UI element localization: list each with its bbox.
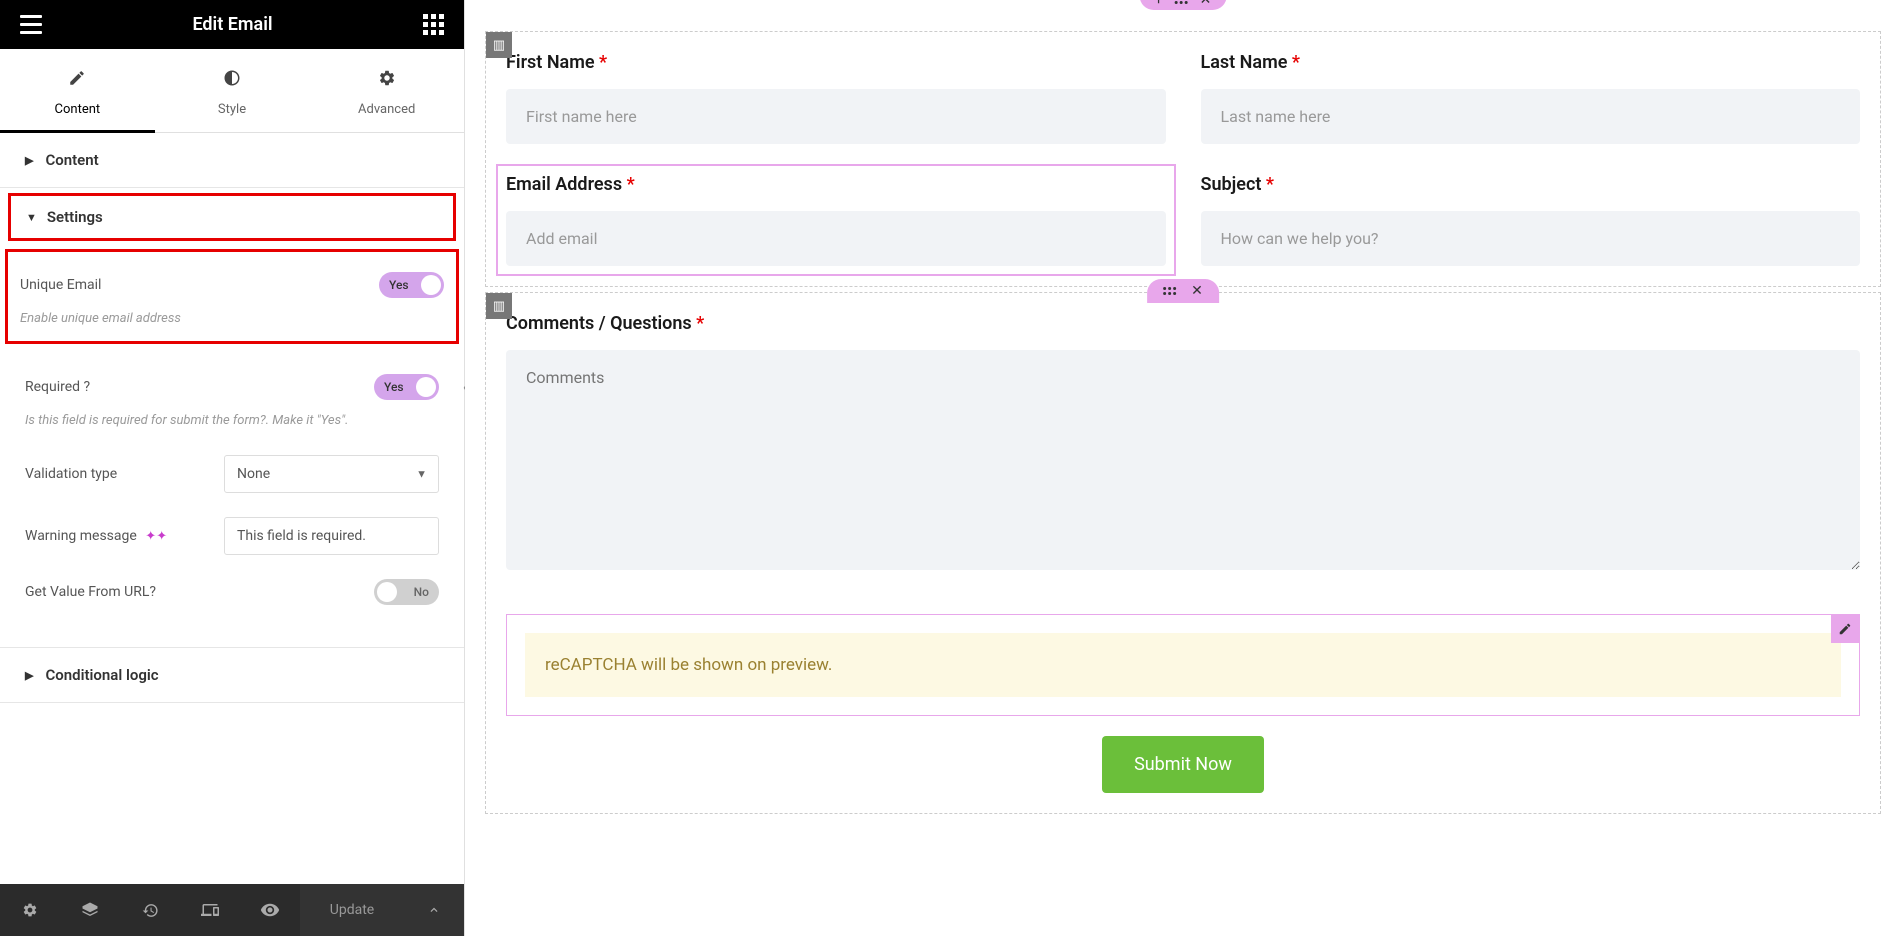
- highlight-unique-email: Unique Email Yes Enable unique email add…: [5, 249, 459, 344]
- drag-icon[interactable]: [1163, 287, 1176, 295]
- comments-label: Comments / Questions *: [506, 313, 1860, 334]
- section-settings-header[interactable]: ▼ Settings: [21, 200, 443, 234]
- section-content-header[interactable]: ▶ Content: [0, 133, 464, 187]
- setting-get-value-url: Get Value From URL? No: [0, 567, 464, 617]
- first-name-label: First Name *: [506, 52, 1166, 73]
- form-section-2: ✕ ▥ Comments / Questions * reCAPTCHA wil…: [485, 292, 1881, 814]
- responsive-icon[interactable]: [180, 884, 240, 936]
- column-handle-icon[interactable]: ▥: [486, 32, 512, 58]
- tab-content-label: Content: [55, 102, 101, 117]
- expand-icon[interactable]: [404, 884, 464, 936]
- caret-right-icon: ▶: [25, 154, 33, 167]
- subject-label: Subject *: [1201, 174, 1861, 195]
- form-section-1: ▥ First Name * Last Name * Email A: [485, 31, 1881, 287]
- editor-tabs: Content Style Advanced: [0, 49, 464, 133]
- warning-message-input[interactable]: [224, 517, 439, 555]
- pencil-icon: [68, 69, 86, 92]
- caret-right-icon: ▶: [25, 669, 33, 682]
- last-name-label: Last Name *: [1201, 52, 1861, 73]
- tab-advanced[interactable]: Advanced: [309, 49, 464, 132]
- section-content-label: Content: [45, 151, 98, 169]
- setting-warning-message: Warning message ✦✦: [0, 505, 464, 567]
- navigator-icon[interactable]: [60, 884, 120, 936]
- section-conditional-logic-label: Conditional logic: [45, 666, 158, 684]
- caret-down-icon: ▼: [26, 211, 37, 224]
- update-button[interactable]: Update: [300, 884, 404, 936]
- menu-icon[interactable]: [20, 15, 42, 34]
- settings-icon[interactable]: [0, 884, 60, 936]
- unique-email-toggle[interactable]: Yes: [379, 272, 444, 298]
- required-indicator: *: [696, 313, 704, 334]
- required-indicator: *: [599, 52, 607, 73]
- toggle-text: No: [414, 585, 429, 599]
- close-icon[interactable]: ✕: [1200, 0, 1212, 8]
- editor-sidebar: Edit Email Content Style Advanced: [0, 0, 465, 936]
- required-indicator: *: [627, 174, 635, 195]
- get-value-url-toggle[interactable]: No: [374, 579, 439, 605]
- section-conditional-logic-header[interactable]: ▶ Conditional logic: [0, 648, 464, 702]
- first-name-field-wrapper: First Name *: [506, 52, 1166, 144]
- close-icon[interactable]: ✕: [1191, 283, 1203, 299]
- email-field-wrapper: Email Address *: [506, 174, 1166, 266]
- unique-email-label: Unique Email: [20, 277, 101, 293]
- section-mid-handle[interactable]: ✕: [1147, 279, 1219, 303]
- section-conditional-logic: ▶ Conditional logic: [0, 647, 464, 703]
- submit-button[interactable]: Submit Now: [1102, 736, 1264, 793]
- setting-unique-email: Unique Email Yes: [20, 267, 444, 303]
- unique-email-description: Enable unique email address: [20, 311, 444, 326]
- tab-advanced-label: Advanced: [358, 102, 415, 117]
- history-icon[interactable]: [120, 884, 180, 936]
- canvas: + ✕ ▥ First Name * Last Name *: [465, 0, 1901, 936]
- panel-title: Edit Email: [192, 14, 272, 35]
- recaptcha-widget: reCAPTCHA will be shown on preview.: [506, 614, 1860, 716]
- circle-half-icon: [223, 69, 241, 92]
- required-description: Is this field is required for submit the…: [25, 413, 439, 428]
- comments-textarea[interactable]: [506, 350, 1860, 570]
- get-value-url-label: Get Value From URL?: [25, 584, 156, 600]
- last-name-input[interactable]: [1201, 89, 1861, 144]
- column-handle-icon[interactable]: ▥: [486, 293, 512, 319]
- section-content: ▶ Content: [0, 133, 464, 188]
- last-name-field-wrapper: Last Name *: [1201, 52, 1861, 144]
- validation-type-select[interactable]: None: [224, 455, 439, 493]
- sidebar-footer: Update: [0, 884, 464, 936]
- setting-required: Required ? Yes Is this field is required…: [0, 354, 464, 443]
- tab-style-label: Style: [218, 102, 246, 117]
- sidebar-header: Edit Email: [0, 0, 464, 49]
- sparkle-icon: ✦✦: [145, 529, 167, 544]
- first-name-input[interactable]: [506, 89, 1166, 144]
- plus-icon[interactable]: +: [1155, 0, 1163, 8]
- edit-widget-icon[interactable]: [1831, 615, 1859, 643]
- toggle-text: Yes: [389, 278, 409, 292]
- required-indicator: *: [1266, 174, 1274, 195]
- widgets-grid-icon[interactable]: [423, 14, 444, 35]
- email-field-selected[interactable]: Email Address *: [496, 164, 1176, 276]
- section-settings-label: Settings: [47, 208, 103, 226]
- setting-validation-type: Validation type None ▼: [0, 443, 464, 505]
- comments-field-wrapper: Comments / Questions *: [506, 313, 1860, 574]
- tab-content[interactable]: Content: [0, 49, 155, 132]
- required-toggle[interactable]: Yes: [374, 374, 439, 400]
- subject-input[interactable]: [1201, 211, 1861, 266]
- email-input[interactable]: [506, 211, 1166, 266]
- tab-style[interactable]: Style: [155, 49, 310, 132]
- gear-icon: [378, 69, 396, 92]
- form-row-comments: Comments / Questions *: [486, 293, 1880, 594]
- subject-field-wrapper: Subject *: [1201, 174, 1861, 266]
- recaptcha-notice: reCAPTCHA will be shown on preview.: [525, 633, 1841, 697]
- preview-icon[interactable]: [240, 884, 300, 936]
- toggle-text: Yes: [384, 380, 404, 394]
- required-label: Required ?: [25, 379, 90, 395]
- form-row-2: Email Address * Subject *: [486, 164, 1880, 286]
- email-label: Email Address *: [506, 174, 1166, 195]
- form-row-1: First Name * Last Name *: [486, 32, 1880, 164]
- highlight-settings-header: ▼ Settings: [8, 193, 456, 241]
- section-handle-pill[interactable]: + ✕: [1140, 0, 1227, 10]
- drag-icon[interactable]: [1175, 0, 1188, 4]
- section-top-handle: + ✕: [485, 0, 1881, 6]
- warning-message-label: Warning message ✦✦: [25, 528, 167, 544]
- required-indicator: *: [1292, 52, 1300, 73]
- validation-type-label: Validation type: [25, 466, 117, 482]
